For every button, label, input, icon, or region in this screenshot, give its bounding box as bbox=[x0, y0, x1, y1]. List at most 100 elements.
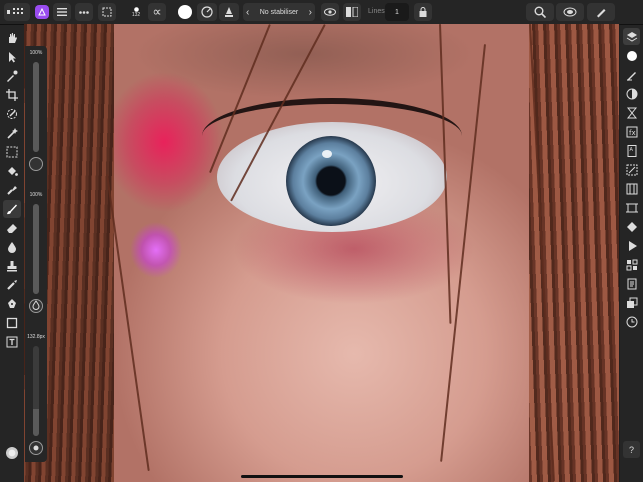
help-label: ? bbox=[628, 444, 634, 455]
live-filter-icon: fx bbox=[626, 126, 637, 137]
crop-tool[interactable] bbox=[3, 86, 21, 104]
adjustments-studio-button[interactable] bbox=[623, 85, 640, 102]
clock-studio-button[interactable] bbox=[623, 313, 640, 330]
navigator-studio-button[interactable] bbox=[623, 180, 640, 197]
fx-filter-icon bbox=[626, 107, 637, 118]
color-studio-button[interactable] bbox=[623, 47, 640, 64]
zoom-button[interactable] bbox=[526, 3, 554, 21]
marquee-tool[interactable] bbox=[3, 143, 21, 161]
macro-studio-button[interactable] bbox=[623, 294, 640, 311]
eye-icon bbox=[324, 8, 336, 16]
color-wheel-icon bbox=[6, 447, 18, 459]
glyph-studio-button[interactable] bbox=[623, 256, 640, 273]
healing-brush-tool[interactable] bbox=[3, 276, 21, 294]
home-indicator bbox=[241, 475, 403, 478]
marquee-icon bbox=[6, 146, 18, 158]
gradient-tool[interactable] bbox=[3, 181, 21, 199]
text-tool[interactable] bbox=[3, 333, 21, 351]
channels-icon bbox=[626, 221, 637, 232]
move-tool[interactable] bbox=[3, 48, 21, 66]
dodge-burn-icon bbox=[8, 242, 16, 253]
brushes-studio-button[interactable] bbox=[623, 66, 640, 83]
svg-text:A: A bbox=[629, 147, 633, 153]
menu-button[interactable] bbox=[53, 3, 71, 21]
brush-sliders-panel: 100% 100% 132.8px bbox=[25, 46, 47, 462]
alpha-mode-button[interactable]: ∝ bbox=[148, 3, 166, 21]
transform-icon bbox=[626, 164, 637, 175]
magnifier-icon bbox=[534, 6, 546, 18]
stabiliser-prev-button[interactable]: ‹ bbox=[246, 7, 249, 18]
shape-tool[interactable] bbox=[3, 314, 21, 332]
paint-brush-tool[interactable] bbox=[3, 200, 21, 218]
dodge-burn-tool[interactable] bbox=[3, 238, 21, 256]
fill-tool-icon bbox=[8, 167, 18, 176]
refine-button[interactable] bbox=[587, 3, 615, 21]
lock-button[interactable] bbox=[414, 3, 432, 21]
document-canvas[interactable] bbox=[24, 24, 619, 482]
opacity-slider-knob[interactable] bbox=[29, 157, 43, 171]
hamburger-menu-icon bbox=[57, 8, 67, 16]
opacity-slider-fill bbox=[33, 62, 39, 152]
stabiliser-next-button[interactable]: › bbox=[309, 7, 312, 18]
selection-button[interactable] bbox=[98, 3, 116, 21]
left-toolbar bbox=[0, 25, 24, 482]
crop-tool-icon bbox=[6, 89, 18, 101]
opacity-slider[interactable] bbox=[33, 62, 39, 152]
swatches-icon bbox=[628, 240, 637, 251]
layers-studio-button[interactable] bbox=[623, 28, 640, 45]
history-studio-button[interactable] bbox=[623, 199, 640, 216]
stabiliser-selector[interactable]: ‹ No stabiliser › bbox=[243, 3, 315, 21]
snapshots-studio-button[interactable] bbox=[623, 275, 640, 292]
flow-slider-knob[interactable] bbox=[29, 299, 43, 313]
swatches-studio-button[interactable] bbox=[623, 237, 640, 254]
fill-tool[interactable] bbox=[3, 162, 21, 180]
lines-value: 1 bbox=[395, 8, 399, 16]
color-wheel-button[interactable] bbox=[3, 444, 21, 462]
color-picker-icon bbox=[7, 70, 18, 82]
paint-brush-icon bbox=[7, 204, 17, 215]
brush-refine-icon bbox=[597, 9, 606, 18]
apps-grid-button[interactable] bbox=[4, 3, 30, 21]
text-tool-icon bbox=[6, 336, 18, 348]
wet-edges-button[interactable] bbox=[219, 3, 239, 21]
quick-mask-button[interactable] bbox=[556, 3, 584, 21]
width-slider[interactable] bbox=[33, 346, 39, 436]
lines-input[interactable]: 1 bbox=[385, 3, 409, 21]
flow-slider[interactable] bbox=[33, 204, 39, 294]
marquee-selection-icon bbox=[102, 7, 112, 17]
help-button[interactable]: ? bbox=[623, 441, 640, 458]
clone-stamp-icon bbox=[7, 261, 17, 272]
apps-grid-icon bbox=[7, 8, 23, 14]
glyph-browser-icon bbox=[626, 259, 637, 270]
opacity-label: 100% bbox=[29, 50, 43, 56]
more-button[interactable] bbox=[75, 3, 93, 21]
brush-size-indicator[interactable]: 132 bbox=[128, 3, 144, 21]
brush-size-value: 132 bbox=[131, 11, 141, 18]
view-tool[interactable] bbox=[3, 29, 21, 47]
fx-studio-button[interactable] bbox=[623, 104, 640, 121]
photo-persona-button[interactable] bbox=[35, 5, 49, 19]
quick-mask-icon bbox=[563, 7, 577, 17]
channels-studio-button[interactable] bbox=[623, 218, 640, 235]
pen-tool[interactable] bbox=[3, 295, 21, 313]
color-swatch[interactable] bbox=[178, 5, 192, 19]
transform-studio-button[interactable] bbox=[623, 161, 640, 178]
size-dot-icon bbox=[33, 445, 39, 451]
color-picker-tool[interactable] bbox=[3, 67, 21, 85]
lines-label: Lines bbox=[368, 8, 385, 15]
brush-dynamics-icon bbox=[201, 6, 213, 18]
photo-persona-icon bbox=[38, 8, 46, 16]
pen-tool-icon bbox=[8, 299, 16, 308]
clone-stamp-tool[interactable] bbox=[3, 257, 21, 275]
erase-brush-tool[interactable] bbox=[3, 219, 21, 237]
live-filter-studio-button[interactable]: fx bbox=[623, 123, 640, 140]
view-toggle-button[interactable] bbox=[321, 3, 339, 21]
brush-dynamics-button[interactable] bbox=[197, 3, 217, 21]
selection-brush-tool[interactable] bbox=[3, 105, 21, 123]
width-slider-knob[interactable] bbox=[29, 441, 43, 455]
wet-edges-icon bbox=[225, 7, 233, 17]
flood-select-tool[interactable] bbox=[3, 124, 21, 142]
stock-studio-button[interactable]: A bbox=[623, 142, 640, 159]
selection-brush-icon bbox=[7, 109, 17, 119]
mirror-button[interactable] bbox=[343, 3, 361, 21]
